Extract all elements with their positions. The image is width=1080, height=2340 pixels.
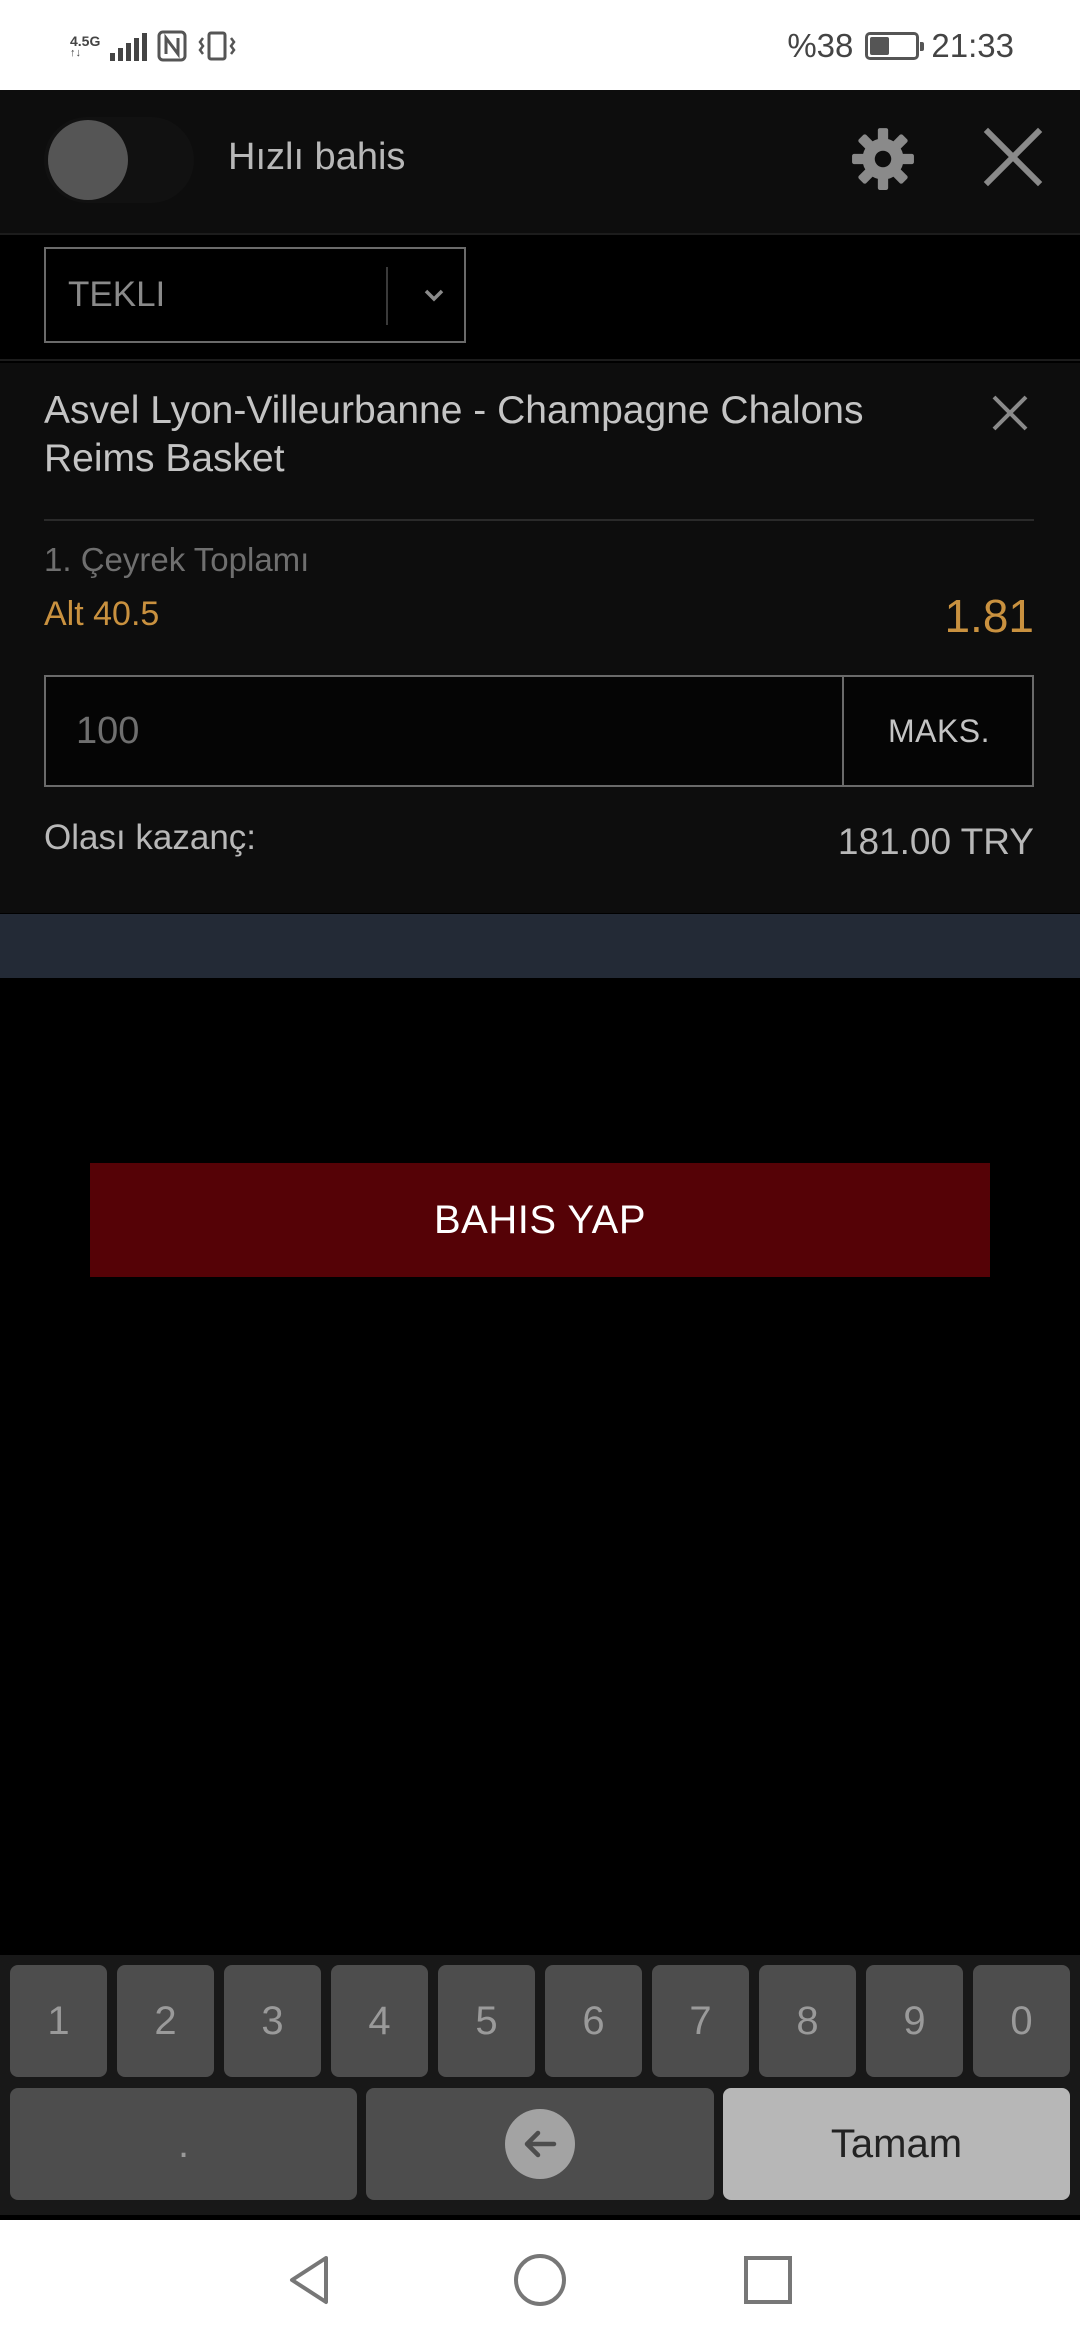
battery-percent: %38 (787, 27, 854, 64)
selection-name: Alt 40.5 (44, 595, 160, 633)
chevron-down-icon (424, 289, 444, 302)
bet-card: Asvel Lyon-Villeurbanne - Champagne Chal… (0, 363, 1080, 913)
key-8[interactable]: 8 (759, 1965, 856, 2077)
bet-type-select[interactable]: TEKLI (44, 247, 466, 343)
network-label: 4.5G (70, 32, 101, 49)
gear-icon[interactable] (850, 126, 916, 192)
bet-slip-header: Hızlı bahis (0, 90, 1080, 235)
select-divider (386, 267, 388, 325)
key-decimal[interactable]: . (10, 2088, 357, 2200)
key-backspace[interactable] (366, 2088, 714, 2200)
home-circle-icon[interactable] (510, 2250, 570, 2310)
key-0[interactable]: 0 (973, 1965, 1070, 2077)
stake-input[interactable] (46, 677, 840, 785)
market-name: 1. Çeyrek Toplamı (44, 541, 310, 578)
back-triangle-icon[interactable] (280, 2250, 340, 2310)
place-bet-button[interactable]: BAHIS YAP (90, 1163, 990, 1277)
potential-win-label: Olası kazanç: (44, 818, 257, 857)
system-nav-bar (0, 2220, 1080, 2340)
backspace-arrow-icon (505, 2109, 575, 2179)
key-5[interactable]: 5 (438, 1965, 535, 2077)
status-left: 4.5G ↑↓ (70, 24, 237, 68)
max-stake-button[interactable]: MAKS. (842, 677, 1034, 785)
section-divider-stripe (0, 914, 1080, 978)
key-1[interactable]: 1 (10, 1965, 107, 2077)
vibrate-icon (198, 31, 236, 61)
stake-field: MAKS. (44, 675, 1034, 787)
key-6[interactable]: 6 (545, 1965, 642, 2077)
clock: 21:33 (931, 27, 1014, 64)
network-activity: ↑↓ (70, 46, 81, 59)
close-icon[interactable] (988, 391, 1032, 435)
potential-win-value: 181.00 TRY (837, 821, 1034, 862)
quick-bet-label: Hızlı bahis (228, 136, 406, 178)
odds-value: 1.81 (944, 590, 1034, 642)
bet-type-row: TEKLI (0, 237, 1080, 361)
numeric-keyboard: 1 2 3 4 5 6 7 8 9 0 . Tamam (0, 1955, 1080, 2215)
key-7[interactable]: 7 (652, 1965, 749, 2077)
battery-icon (865, 32, 925, 60)
status-right: %38 21:33 (787, 24, 1014, 68)
bet-type-value: TEKLI (68, 275, 166, 314)
network-type: 4.5G ↑↓ (70, 34, 100, 59)
bet-slip-screen: 4.5G ↑↓ %38 21:33 Hızlı bahis TEKLI Asve… (0, 0, 1080, 2340)
toggle-knob (48, 120, 128, 200)
recents-square-icon[interactable] (738, 2250, 798, 2310)
nfc-icon (157, 30, 187, 62)
signal-icon (110, 31, 148, 61)
key-done[interactable]: Tamam (723, 2088, 1070, 2200)
key-3[interactable]: 3 (224, 1965, 321, 2077)
key-9[interactable]: 9 (866, 1965, 963, 2077)
status-bar: 4.5G ↑↓ %38 21:33 (0, 0, 1080, 90)
key-4[interactable]: 4 (331, 1965, 428, 2077)
divider (44, 519, 1034, 521)
battery-level (870, 37, 889, 55)
key-2[interactable]: 2 (117, 1965, 214, 2077)
close-icon[interactable] (980, 124, 1046, 190)
match-title: Asvel Lyon-Villeurbanne - Champagne Chal… (44, 389, 864, 480)
quick-bet-toggle[interactable] (44, 117, 194, 203)
